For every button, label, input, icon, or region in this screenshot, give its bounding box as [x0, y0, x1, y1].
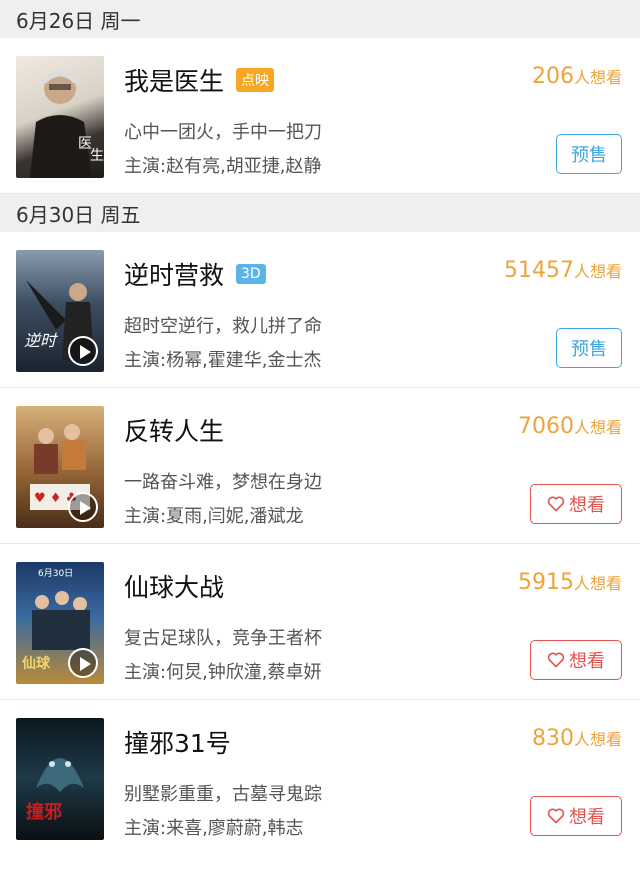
- want-count-number: 5915: [517, 570, 574, 595]
- heart-icon: [547, 496, 565, 512]
- date-label: 6月30日 周五: [16, 202, 141, 227]
- want-count-number: 206: [531, 64, 574, 89]
- svg-text:仙球: 仙球: [22, 655, 51, 672]
- movie-item[interactable]: 医 生 我是医生 点映 206人想看 心中一团火，手中一把刀 主演:赵有亮,胡亚…: [0, 38, 640, 194]
- want-count: 830人想看: [532, 726, 622, 751]
- movie-cast: 主演:赵有亮,胡亚捷,赵静: [124, 156, 322, 177]
- want-count-unit: 人想看: [573, 262, 622, 281]
- want-count: 51457人想看: [504, 258, 622, 283]
- movie-cast: 主演:夏雨,闫妮,潘斌龙: [124, 506, 304, 527]
- want-to-watch-label: 想看: [569, 651, 605, 672]
- want-to-watch-label: 想看: [569, 807, 605, 828]
- movie-title[interactable]: 反转人生: [124, 412, 224, 448]
- movie-item[interactable]: ♥ ♦ ♣ 反转人生 7060人想看 一路奋斗难，梦想在身边 主演:夏雨,闫妮,…: [0, 388, 640, 544]
- presale-button[interactable]: 预售: [556, 328, 622, 368]
- movie-slogan: 一路奋斗难，梦想在身边: [124, 472, 322, 493]
- play-icon[interactable]: [68, 492, 98, 522]
- format-badge: 3D: [236, 264, 266, 284]
- poster-art: 医 生: [30, 71, 104, 178]
- want-count: 7060人想看: [518, 414, 622, 439]
- movie-item[interactable]: 撞邪 撞邪31号 830人想看 别墅影重重，古墓寻鬼踪 主演:来喜,廖蔚蔚,韩志…: [0, 700, 640, 856]
- want-count: 5915人想看: [518, 570, 622, 595]
- presale-button[interactable]: 预售: [556, 134, 622, 174]
- movie-cast: 主演:何炅,钟欣潼,蔡卓妍: [124, 662, 322, 683]
- svg-text:6月30日: 6月30日: [38, 568, 73, 579]
- svg-text:撞邪: 撞邪: [26, 801, 62, 823]
- svg-text:逆时: 逆时: [24, 331, 58, 350]
- movie-cast: 主演:来喜,廖蔚蔚,韩志: [124, 818, 304, 839]
- want-count-number: 51457: [503, 258, 574, 283]
- movie-poster[interactable]: 医 生: [16, 56, 104, 178]
- movie-title[interactable]: 我是医生: [124, 62, 224, 98]
- movie-slogan: 超时空逆行，救儿拼了命: [124, 316, 322, 337]
- heart-icon: [547, 652, 565, 668]
- want-to-watch-button[interactable]: 想看: [530, 640, 622, 680]
- date-label: 6月26日 周一: [16, 8, 141, 33]
- heart-icon: [547, 808, 565, 824]
- want-to-watch-button[interactable]: 想看: [530, 484, 622, 524]
- movie-poster[interactable]: ♥ ♦ ♣: [16, 406, 104, 528]
- movie-slogan: 复古足球队，竞争王者杯: [124, 628, 322, 649]
- movie-title[interactable]: 仙球大战: [124, 568, 224, 604]
- movie-item[interactable]: 逆时 逆时营救 3D 51457人想看 超时空逆行，救儿拼了命 主演:杨幂,霍建…: [0, 232, 640, 388]
- movie-item[interactable]: 6月30日 仙球 仙球大战 5915人想看 复古足球队，竞争王者杯 主演:何炅,…: [0, 544, 640, 700]
- svg-text:生: 生: [90, 148, 104, 164]
- movie-poster[interactable]: 6月30日 仙球: [16, 562, 104, 684]
- movie-poster[interactable]: 逆时: [16, 250, 104, 372]
- movie-title[interactable]: 逆时营救: [124, 256, 224, 292]
- movie-cast: 主演:杨幂,霍建华,金士杰: [124, 350, 322, 371]
- movie-slogan: 心中一团火，手中一把刀: [124, 122, 322, 143]
- want-count-number: 830: [531, 726, 574, 751]
- movie-slogan: 别墅影重重，古墓寻鬼踪: [124, 784, 322, 805]
- want-count-unit: 人想看: [573, 418, 622, 437]
- want-to-watch-button[interactable]: 想看: [530, 796, 622, 836]
- movie-title[interactable]: 撞邪31号: [124, 724, 231, 760]
- want-count: 206人想看: [532, 64, 622, 89]
- want-count-number: 7060: [517, 414, 574, 439]
- play-icon[interactable]: [68, 336, 98, 366]
- movie-poster[interactable]: 撞邪: [16, 718, 104, 840]
- want-to-watch-label: 想看: [569, 495, 605, 516]
- screening-badge: 点映: [236, 68, 275, 92]
- date-header: 6月26日 周一: [0, 0, 640, 38]
- poster-art: 撞邪: [26, 758, 84, 823]
- want-count-unit: 人想看: [573, 730, 622, 749]
- date-header: 6月30日 周五: [0, 194, 640, 232]
- play-icon[interactable]: [68, 648, 98, 678]
- want-count-unit: 人想看: [573, 574, 622, 593]
- want-count-unit: 人想看: [573, 68, 622, 87]
